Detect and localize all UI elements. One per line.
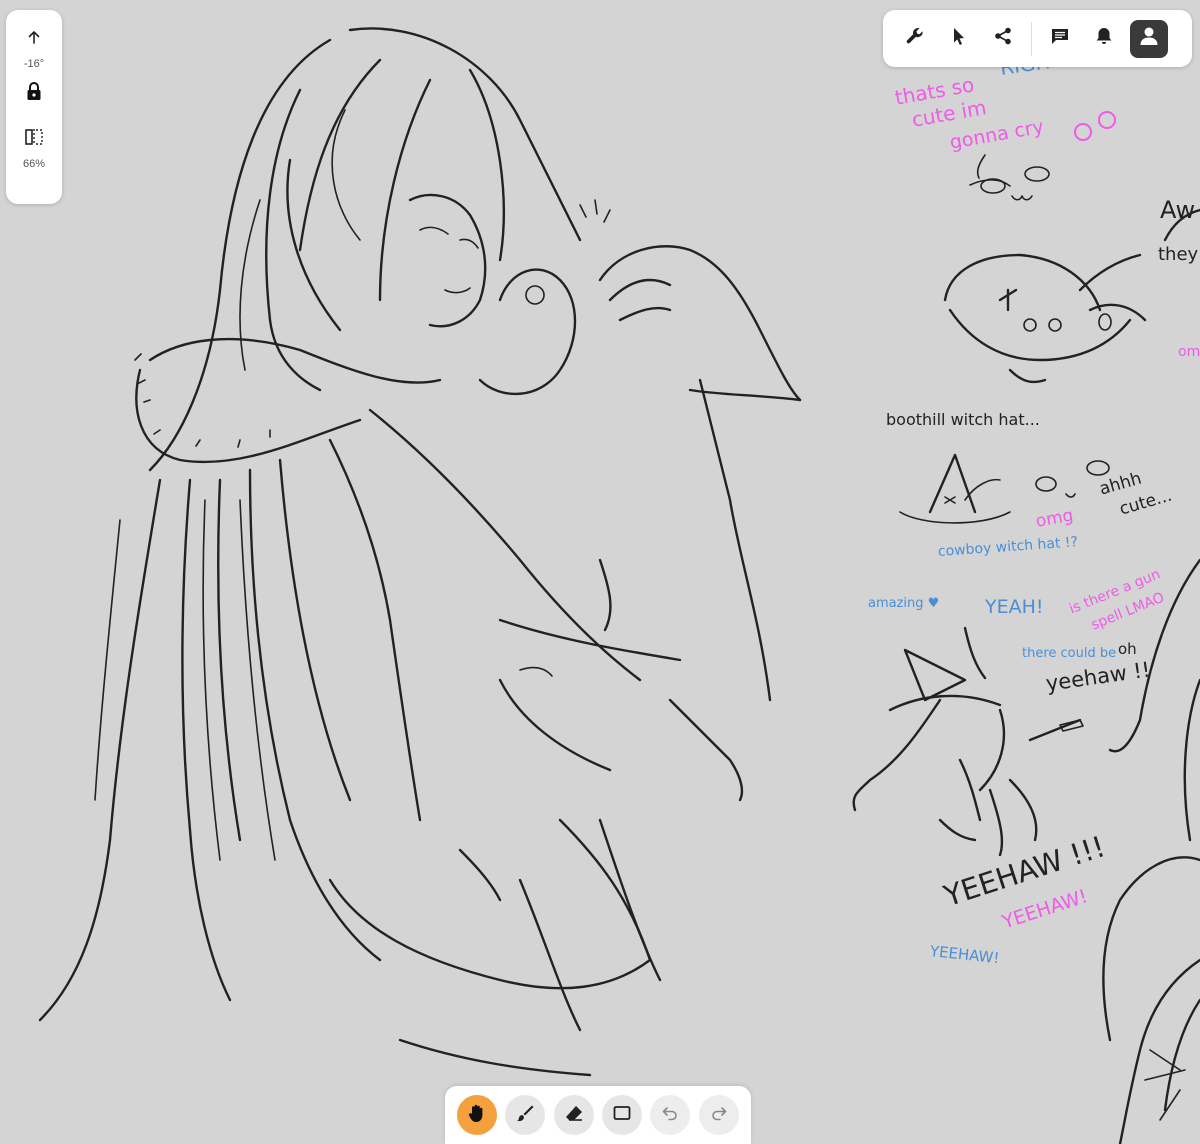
note-amazing: amazing ♥ [868,596,940,611]
zoom-label[interactable]: 66% [23,158,45,170]
rectangle-icon [612,1103,632,1128]
share-icon [993,26,1013,51]
note-omg-side: omg [1178,344,1200,360]
select-tool-button[interactable] [937,17,981,61]
notifications-button[interactable] [1082,17,1126,61]
rotation-reset-button[interactable] [16,24,52,54]
lock-rotation-button[interactable] [16,78,52,108]
pointer-icon [950,26,968,51]
redo-button[interactable] [698,1095,739,1135]
tool-toolbar [445,1086,751,1144]
note-there-could-be: there could be [1022,646,1117,661]
note-oh: oh [1118,640,1137,658]
eraser-tool-button[interactable] [553,1095,594,1135]
brush-tool-button[interactable] [505,1095,546,1135]
note-yeah: YEAH! [985,596,1044,618]
undo-button[interactable] [650,1095,691,1135]
sketch-artwork [38,27,1200,1144]
wrench-icon [905,26,925,51]
lock-icon [25,81,43,106]
bell-icon [1094,26,1114,51]
note-they: they [1158,244,1199,265]
rotation-label: -16° [23,58,45,70]
note-aw: Aw [1160,196,1196,224]
undo-icon [661,1104,679,1127]
user-icon [1138,25,1160,52]
view-controls-panel: -16° 66% [6,10,62,204]
note-boothill-witch-hat: boothill witch hat... [886,410,1040,429]
top-toolbar [883,10,1192,67]
chat-icon [1050,26,1070,51]
settings-button[interactable] [893,17,937,61]
hand-tool-button[interactable] [457,1095,498,1135]
flip-canvas-button[interactable] [16,124,52,154]
chat-button[interactable] [1038,17,1082,61]
hand-icon [466,1102,488,1129]
eraser-icon [564,1103,584,1128]
shape-tool-button[interactable] [602,1095,643,1135]
toolbar-divider [1031,21,1032,56]
drawing-canvas[interactable]: RIGHT thats so cute im gonna cry Aw they… [0,0,1200,1144]
redo-icon [710,1104,728,1127]
account-button[interactable] [1130,19,1168,58]
arrow-up-icon [26,29,42,50]
share-button[interactable] [981,17,1025,61]
flip-icon [24,127,44,152]
brush-icon [515,1103,535,1128]
